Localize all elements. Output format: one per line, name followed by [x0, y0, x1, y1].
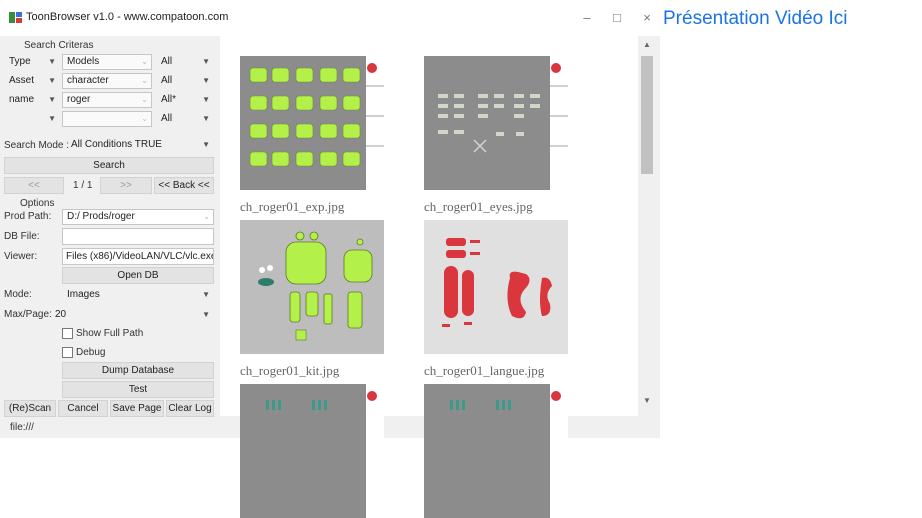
rescan-button[interactable]: (Re)Scan [4, 400, 56, 417]
chevron-down-icon: ▼ [202, 140, 210, 149]
db-file-label: DB File: [4, 231, 40, 242]
debug-checkbox[interactable] [62, 347, 73, 358]
title-bar: ToonBrowser v1.0 - www.compatoon.com – □… [0, 0, 660, 36]
chevron-down-icon: ▼ [48, 95, 56, 104]
prod-path-combo[interactable]: D:/ Prods/roger ⌄ [62, 209, 214, 225]
window-title: ToonBrowser v1.0 - www.compatoon.com [26, 11, 229, 23]
criteria-field-3[interactable]: name ▼ [4, 92, 60, 108]
thumbnail-caption: ch_roger01_eyes.jpg [424, 199, 533, 214]
criteria-field-1[interactable]: Type ▼ [4, 54, 60, 70]
minimize-button[interactable]: – [577, 8, 597, 28]
chevron-down-icon: ▼ [48, 76, 56, 85]
max-page-label: Max/Page: [4, 309, 52, 320]
viewer-input[interactable]: Files (x86)/VideoLAN/VLC/vlc.exe [62, 248, 214, 265]
mode-label: Mode: [4, 289, 32, 300]
page-indicator: 1 / 1 [73, 180, 93, 191]
criteria-value-1[interactable]: Models ⌄ [62, 54, 152, 70]
dump-database-button[interactable]: Dump Database [62, 362, 214, 379]
status-bar: file:/// [10, 422, 34, 433]
chevron-down-icon: ▼ [202, 290, 210, 299]
control-panel: Search Criteras Type ▼ Models ⌄ All ▼ Asset… [0, 36, 220, 417]
vertical-scrollbar[interactable]: ▲ ▼ [638, 36, 656, 416]
maximize-button[interactable]: □ [607, 8, 627, 28]
viewer-label: Viewer: [4, 251, 38, 262]
search-button[interactable]: Search [4, 157, 214, 174]
scroll-up-icon[interactable]: ▲ [638, 40, 656, 49]
chevron-down-icon: ▼ [202, 95, 210, 104]
chevron-down-icon: ▼ [202, 310, 210, 319]
criteria-value-3[interactable]: roger ⌄ [62, 92, 152, 108]
scroll-down-icon[interactable]: ▼ [638, 396, 656, 405]
thumbnail-caption: ch_roger01_exp.jpg [240, 199, 345, 214]
back-button[interactable]: << Back << [154, 177, 214, 194]
save-page-button[interactable]: Save Page [110, 400, 164, 417]
criteria-cond-2[interactable]: All ▼ [156, 73, 214, 89]
max-page-select[interactable]: 20 ▼ [50, 307, 214, 323]
thumbnail-image [424, 220, 568, 354]
open-db-button[interactable]: Open DB [62, 267, 214, 284]
debug-label: Debug [76, 347, 106, 358]
search-mode-select[interactable]: All Conditions TRUE ▼ [66, 137, 214, 153]
chevron-down-icon: ⌄ [203, 212, 210, 221]
db-file-input[interactable] [62, 228, 214, 245]
cancel-button[interactable]: Cancel [58, 400, 108, 417]
prev-page-button[interactable]: << [4, 177, 64, 194]
mode-select[interactable]: Images ▼ [62, 287, 214, 303]
thumbnail-caption: ch_roger01_kit.jpg [240, 363, 340, 378]
criteria-field-2[interactable]: Asset ▼ [4, 73, 60, 89]
thumbnail-image [240, 384, 384, 518]
chevron-down-icon: ⌄ [141, 95, 148, 104]
thumbnail-image [240, 220, 384, 354]
chevron-down-icon: ⌄ [141, 57, 148, 66]
close-button[interactable]: × [637, 8, 657, 28]
test-button[interactable]: Test [62, 381, 214, 398]
prod-path-label: Prod Path: [4, 211, 52, 222]
chevron-down-icon: ▼ [48, 57, 56, 66]
thumbnail-image [424, 384, 568, 518]
app-window: ToonBrowser v1.0 - www.compatoon.com – □… [0, 0, 660, 518]
search-criteria-header: Search Criteras [24, 40, 94, 51]
criteria-value-2[interactable]: character ⌄ [62, 73, 152, 89]
thumbnail-image [240, 56, 384, 190]
clear-log-button[interactable]: Clear Log [166, 400, 214, 417]
criteria-cond-3[interactable]: All* ▼ [156, 92, 214, 108]
criteria-field-4[interactable]: ▼ [4, 111, 60, 127]
chevron-down-icon: ⌄ [141, 76, 148, 85]
show-full-path-label: Show Full Path [76, 328, 144, 339]
criteria-cond-4[interactable]: All ▼ [156, 111, 214, 127]
chevron-down-icon: ▼ [202, 114, 210, 123]
thumbnail-caption: ch_roger01_langue.jpg [424, 363, 545, 378]
chevron-down-icon: ▼ [202, 76, 210, 85]
criteria-value-4[interactable]: ⌄ [62, 111, 152, 127]
scrollbar-thumb[interactable] [641, 56, 653, 174]
chevron-down-icon: ⌄ [141, 114, 148, 123]
thumbnail-image [424, 56, 568, 190]
thumbnail-grid: ch_roger01_exp.jpg ch_roger01_eyes.jpg c… [220, 36, 638, 518]
options-header: Options [20, 198, 55, 209]
chevron-down-icon: ▼ [202, 57, 210, 66]
app-icon [9, 12, 22, 23]
video-presentation-link[interactable]: Présentation Vidéo Ici [663, 8, 848, 30]
criteria-cond-1[interactable]: All ▼ [156, 54, 214, 70]
show-full-path-checkbox[interactable] [62, 328, 73, 339]
next-page-button[interactable]: >> [100, 177, 152, 194]
search-mode-label: Search Mode : [4, 140, 70, 151]
chevron-down-icon: ▼ [48, 114, 56, 123]
